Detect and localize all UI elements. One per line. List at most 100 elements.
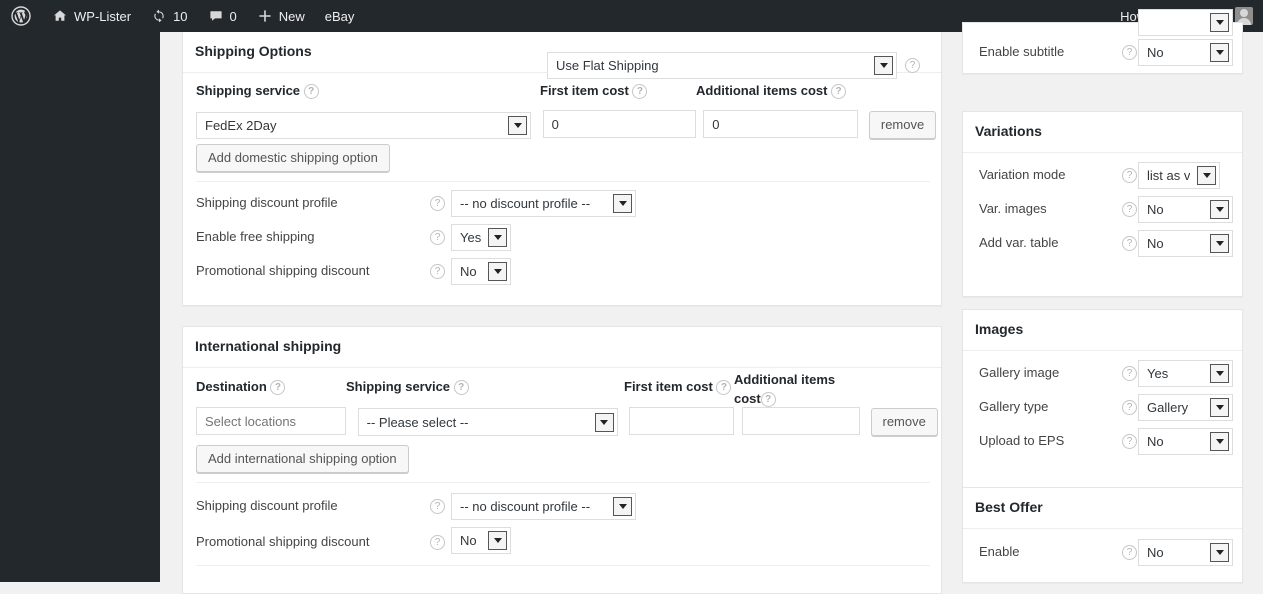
chevron-down-icon <box>1197 166 1216 185</box>
additional-items-cost-help-icon[interactable]: ? <box>831 84 847 100</box>
chevron-down-icon <box>594 412 614 432</box>
enable-subtitle-help-icon[interactable]: ? <box>1122 45 1137 60</box>
intl-additional-items-cost-input[interactable] <box>741 407 860 435</box>
international-shipping-title: International shipping <box>195 338 342 354</box>
international-shipping-panel: International shipping Destination ? Shi… <box>182 326 942 594</box>
add-var-table-help-icon[interactable]: ? <box>1122 236 1137 251</box>
ebay-menu[interactable]: eBay <box>315 0 365 32</box>
chevron-down-icon <box>1210 43 1229 62</box>
destination-help-icon[interactable]: ? <box>270 380 286 396</box>
promotional-shipping-discount-select[interactable]: No <box>451 258 511 285</box>
gallery-type-help-icon[interactable]: ? <box>1122 400 1137 415</box>
column-header-destination: Destination ? <box>196 379 286 396</box>
shipping-discount-profile-help-icon[interactable]: ? <box>430 196 445 211</box>
intl-promotional-shipping-discount-help-icon[interactable]: ? <box>430 535 445 550</box>
intl-promotional-shipping-discount-select[interactable]: No <box>451 527 511 554</box>
column-header-intl-shipping-service: Shipping service ? <box>346 379 469 396</box>
shipping-mode-select[interactable]: Use Flat Shipping <box>547 52 897 79</box>
content-area: Shipping Options Use Flat Shipping ? Shi… <box>160 9 1263 594</box>
site-name-menu[interactable]: WP-Lister <box>42 0 141 32</box>
site-name-label: WP-Lister <box>74 8 132 24</box>
variation-mode-select[interactable]: list as v <box>1138 162 1220 189</box>
enable-subtitle-select[interactable]: No <box>1138 39 1233 66</box>
enable-free-shipping-select[interactable]: Yes <box>451 224 511 251</box>
first-item-cost-help-icon[interactable]: ? <box>632 84 648 100</box>
chevron-down-icon <box>1210 13 1229 32</box>
variations-header: Variations <box>963 112 1242 153</box>
setting-label-enable-subtitle: Enable subtitle <box>979 44 1065 59</box>
column-header-additional-items-cost: Additional items cost ? <box>696 83 847 100</box>
chevron-down-icon <box>488 228 507 247</box>
shipping-discount-profile-select[interactable]: -- no discount profile -- <box>451 190 636 217</box>
new-content-menu[interactable]: New <box>247 0 315 32</box>
best-offer-header: Best Offer <box>963 488 1242 529</box>
updates-menu[interactable]: 10 <box>141 0 197 32</box>
clipped-setting-select[interactable] <box>1138 9 1233 36</box>
shipping-mode-row: Use Flat Shipping ? <box>547 46 920 79</box>
intl-first-item-cost-help-icon[interactable]: ? <box>716 380 732 396</box>
column-header-intl-first-item-cost: First item cost ? <box>624 379 732 396</box>
remove-intl-shipping-option-button[interactable]: remove <box>870 407 938 436</box>
upload-to-eps-help-icon[interactable]: ? <box>1122 434 1137 449</box>
intl-first-item-cost-input[interactable] <box>629 407 735 435</box>
chevron-down-icon <box>613 194 632 213</box>
add-var-table-select[interactable]: No <box>1138 230 1233 257</box>
shipping-options-title: Shipping Options <box>195 43 312 59</box>
gallery-type-select[interactable]: Gallery <box>1138 394 1233 421</box>
shipping-service-select[interactable]: FedEx 2Day <box>196 111 531 139</box>
shipping-mode-help-icon[interactable]: ? <box>905 58 920 73</box>
remove-shipping-option-button[interactable]: remove <box>868 110 937 139</box>
setting-label-variation-mode: Variation mode <box>979 167 1066 182</box>
divider <box>196 565 930 566</box>
setting-label-upload-to-eps: Upload to EPS <box>979 433 1065 448</box>
wordpress-logo-button[interactable] <box>0 0 42 32</box>
chevron-down-icon <box>488 262 507 281</box>
chevron-down-icon <box>488 531 507 550</box>
wordpress-logo-icon <box>11 6 31 26</box>
divider <box>196 482 930 483</box>
best-offer-title: Best Offer <box>975 499 1043 515</box>
upload-to-eps-select[interactable]: No <box>1138 428 1233 455</box>
var-images-help-icon[interactable]: ? <box>1122 202 1137 217</box>
first-item-cost-input[interactable] <box>542 110 696 138</box>
var-images-select[interactable]: No <box>1138 196 1233 223</box>
add-international-shipping-option-button[interactable]: Add international shipping option <box>196 445 409 473</box>
setting-label-intl-shipping-discount-profile: Shipping discount profile <box>196 498 338 513</box>
variation-mode-help-icon[interactable]: ? <box>1122 168 1137 183</box>
shipping-options-panel: Shipping Options Use Flat Shipping ? Shi… <box>182 32 942 306</box>
additional-items-cost-input[interactable] <box>703 110 859 138</box>
images-header: Images <box>963 310 1242 351</box>
destination-input[interactable] <box>196 407 346 435</box>
best-offer-enable-help-icon[interactable]: ? <box>1122 545 1137 560</box>
gallery-image-help-icon[interactable]: ? <box>1122 366 1137 381</box>
column-header-shipping-service: Shipping service ? <box>196 83 319 100</box>
chevron-down-icon <box>1210 432 1229 451</box>
column-header-first-item-cost: First item cost ? <box>540 83 648 100</box>
comments-menu[interactable]: 0 <box>198 0 247 32</box>
best-offer-panel: Best Offer Enable ? No <box>962 487 1243 583</box>
shipping-service-help-icon[interactable]: ? <box>303 84 319 100</box>
enable-free-shipping-help-icon[interactable]: ? <box>430 230 445 245</box>
intl-additional-items-cost-help-icon[interactable]: ? <box>760 392 776 408</box>
intl-shipping-service-help-icon[interactable]: ? <box>453 380 469 396</box>
best-offer-enable-select[interactable]: No <box>1138 539 1233 566</box>
chevron-down-icon <box>508 115 527 135</box>
add-domestic-shipping-option-button[interactable]: Add domestic shipping option <box>196 144 390 172</box>
home-icon <box>52 8 68 24</box>
gallery-image-select[interactable]: Yes <box>1138 360 1233 387</box>
intl-shipping-discount-profile-select[interactable]: -- no discount profile -- <box>451 493 636 520</box>
chevron-down-icon <box>1210 364 1229 383</box>
setting-label-gallery-image: Gallery image <box>979 365 1060 380</box>
listing-details-panel: Enable subtitle ? No <box>962 9 1243 74</box>
chevron-down-icon <box>613 497 632 516</box>
setting-label-enable-free-shipping: Enable free shipping <box>196 229 315 244</box>
ebay-menu-label: eBay <box>324 8 355 24</box>
intl-shipping-discount-profile-help-icon[interactable]: ? <box>430 499 445 514</box>
variations-panel: Variations Variation mode ? list as v Va… <box>962 111 1243 297</box>
table-row: FedEx 2Day remove <box>196 110 937 139</box>
intl-shipping-service-select[interactable]: -- Please select -- <box>357 408 618 437</box>
setting-label-best-offer-enable: Enable <box>979 544 1020 559</box>
table-row: -- Please select -- remove <box>196 407 938 437</box>
promotional-shipping-discount-help-icon[interactable]: ? <box>430 264 445 279</box>
setting-label-add-var-table: Add var. table <box>979 235 1059 250</box>
